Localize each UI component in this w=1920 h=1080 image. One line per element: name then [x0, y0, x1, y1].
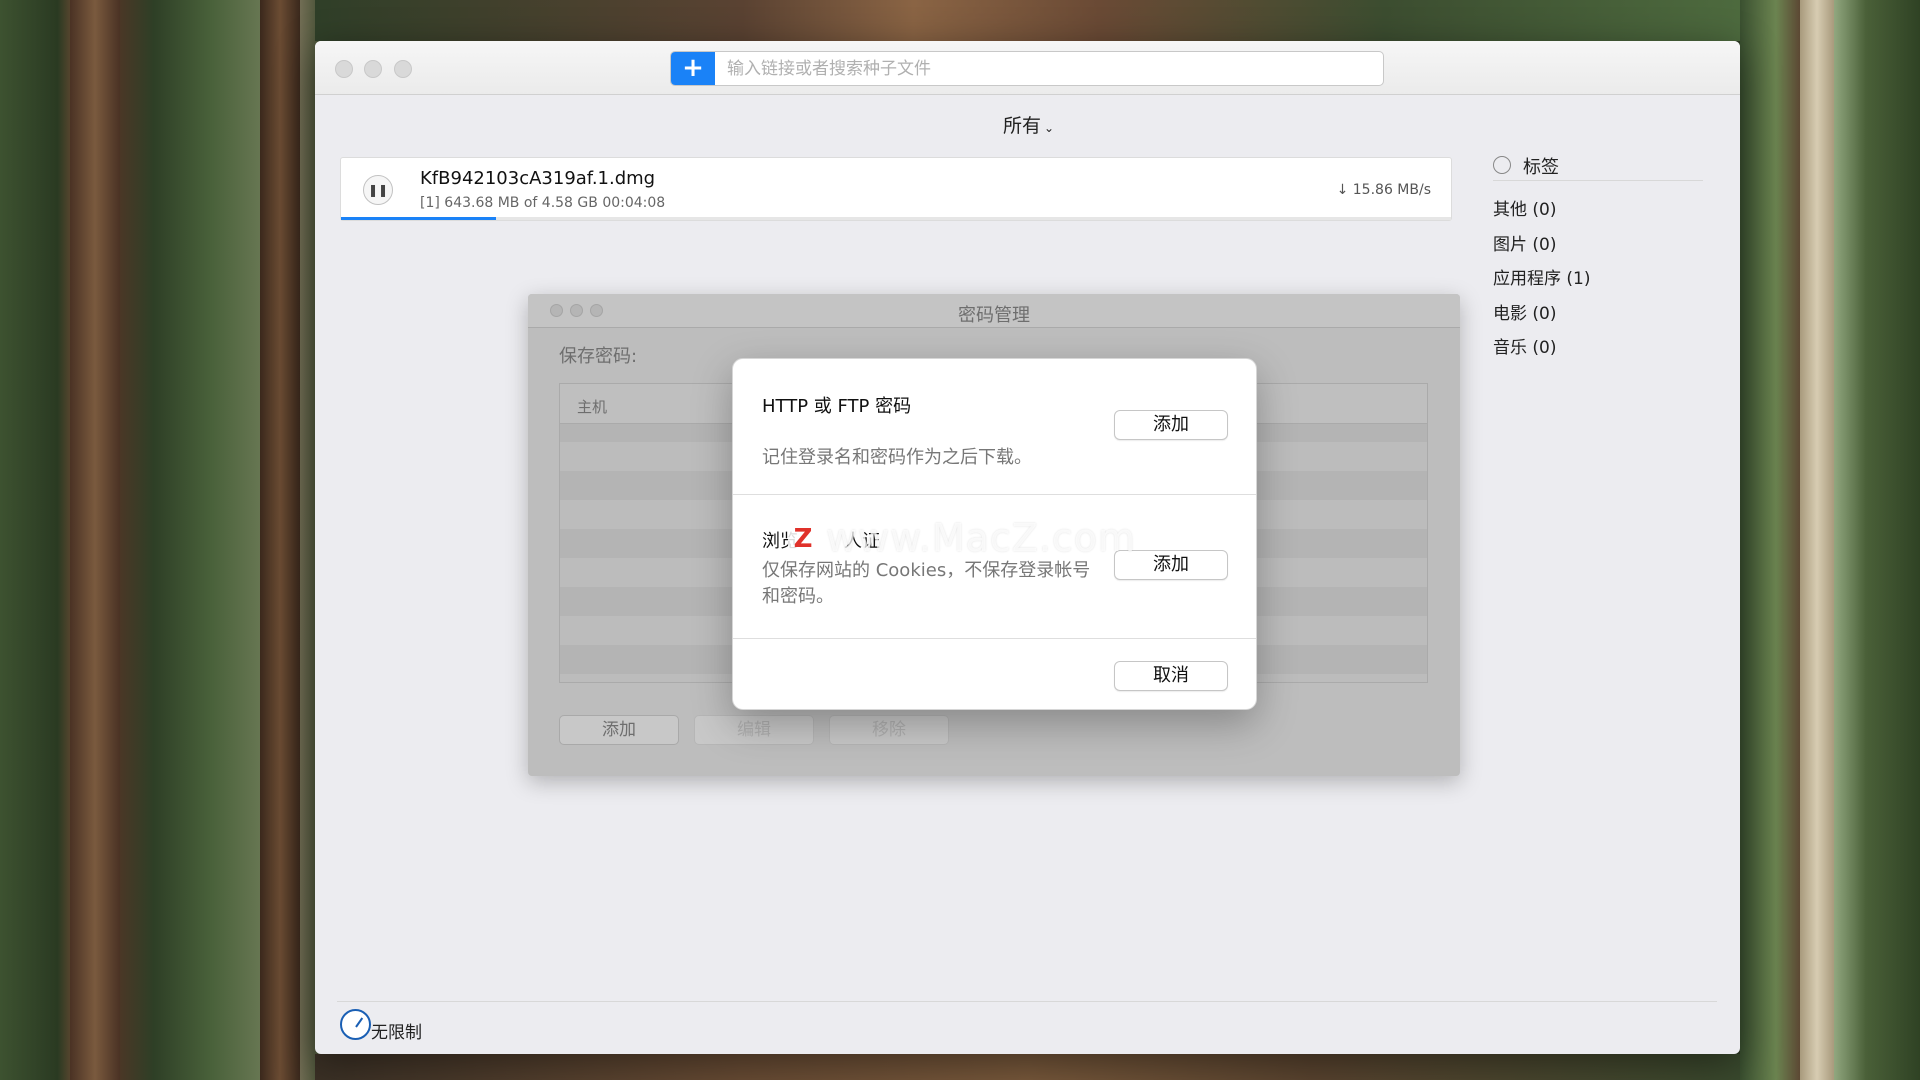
http-ftp-title: HTTP 或 FTP 密码 [762, 396, 912, 417]
tag-header[interactable]: 标签 [1493, 149, 1703, 181]
cancel-button[interactable]: 取消 [1114, 661, 1228, 691]
speed-limit-label[interactable]: 无限制 [371, 1018, 422, 1043]
sidebar-item-other[interactable]: 其他 (0) [1493, 193, 1703, 228]
pause-icon[interactable]: ❚❚ [363, 175, 393, 205]
desktop-background-top [315, 0, 1740, 41]
url-search-input[interactable] [727, 52, 1367, 85]
saved-passwords-label: 保存密码: [559, 346, 638, 367]
category-filter-dropdown[interactable]: 所有 ⌄ [1003, 111, 1054, 138]
column-host[interactable]: 主机 [577, 396, 607, 417]
macz-logo-icon: Z [788, 522, 818, 556]
password-manager-titlebar: 密码管理 [528, 294, 1460, 328]
desktop-background-bottom [315, 1054, 1740, 1080]
sidebar-item-images[interactable]: 图片 (0) [1493, 228, 1703, 263]
download-speed: ↓ 15.86 MB/s [1336, 182, 1431, 198]
tag-circle-icon [1493, 156, 1511, 174]
tag-list: 其他 (0) 图片 (0) 应用程序 (1) 电影 (0) 音乐 (0) [1493, 193, 1703, 366]
speed-limit-icon[interactable] [340, 1009, 371, 1040]
add-password-button[interactable]: 添加 [559, 715, 679, 745]
bottom-divider [337, 1001, 1717, 1002]
close-window-button[interactable] [335, 60, 353, 78]
remove-password-button[interactable]: 移除 [829, 715, 949, 745]
tree-trunk [260, 0, 300, 1080]
zoom-window-button[interactable] [394, 60, 412, 78]
window-toolbar: + [315, 41, 1740, 95]
minimize-window-button[interactable] [364, 60, 382, 78]
sidebar-item-movies[interactable]: 电影 (0) [1493, 297, 1703, 332]
progress-bar-track [341, 217, 1451, 220]
download-item[interactable]: ❚❚ KfB942103cA319af.1.dmg [1] 643.68 MB … [340, 157, 1452, 221]
http-ftp-section: HTTP 或 FTP 密码 添加 记住登录名和密码作为之后下载。 [733, 359, 1256, 495]
sidebar-item-music[interactable]: 音乐 (0) [1493, 331, 1703, 366]
password-manager-title: 密码管理 [958, 305, 1030, 326]
category-filter-label: 所有 [1003, 115, 1042, 137]
section-divider [733, 638, 1256, 639]
progress-bar-fill [341, 217, 497, 220]
download-progress-text: [1] 643.68 MB of 4.58 GB 00:04:08 [420, 195, 666, 211]
add-http-password-button[interactable]: 添加 [1114, 410, 1228, 440]
http-ftp-description: 记住登录名和密码作为之后下载。 [762, 447, 1032, 468]
watermark-text: www.MacZ.com [826, 516, 1137, 560]
browser-auth-description: 仅保存网站的 Cookies，不保存登录帐号和密码。 [762, 560, 1091, 607]
chevron-down-icon: ⌄ [1044, 121, 1055, 135]
tag-sidebar: 标签 其他 (0) 图片 (0) 应用程序 (1) 电影 (0) 音乐 (0) [1493, 149, 1703, 366]
url-search-box: + [670, 51, 1384, 86]
tree-trunk [70, 0, 120, 1080]
add-download-button[interactable]: + [671, 52, 715, 85]
tree-trunk [1800, 0, 1834, 1080]
tag-header-label: 标签 [1523, 157, 1559, 178]
download-filename: KfB942103cA319af.1.dmg [420, 168, 656, 189]
sidebar-item-apps[interactable]: 应用程序 (1) [1493, 262, 1703, 297]
edit-password-button[interactable]: 编辑 [694, 715, 814, 745]
